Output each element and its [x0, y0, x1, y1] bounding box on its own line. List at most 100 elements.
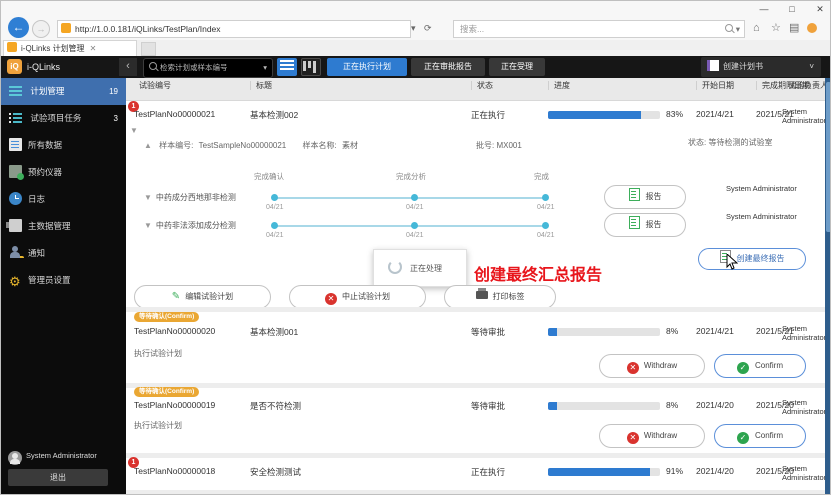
row-owner: System Administrator	[782, 398, 825, 416]
sidebar-item-plan-management[interactable]: 计划管理 19	[1, 78, 126, 105]
row-title: 基本检测001	[250, 327, 299, 337]
address-bar-tools[interactable]: ▾ ⟳	[411, 20, 432, 36]
tab-close-icon[interactable]: ✕	[90, 44, 97, 53]
tab-approving-reports[interactable]: 正在审批报告	[411, 58, 485, 76]
progress-percent: 8%	[666, 326, 679, 336]
new-tab-button[interactable]	[141, 42, 156, 56]
mouse-cursor-icon	[726, 254, 738, 270]
timeline-dot[interactable]	[411, 222, 418, 229]
confirm-button[interactable]: ✓ Confirm	[714, 424, 806, 448]
row-divider	[126, 453, 825, 458]
row-title: 基本检测002	[250, 110, 299, 120]
test-item[interactable]: ▼ 中药非法添加成分检测	[144, 220, 236, 231]
abort-plan-button[interactable]: ✕ 中止试验计划	[289, 285, 426, 309]
item-owner: System Administrator	[726, 212, 797, 221]
browser-window: — □ ✕ ← → http://1.0.0.181/iQLinks/TestP…	[0, 0, 831, 495]
row-test-no[interactable]: TestPlanNo00000019	[134, 400, 246, 410]
sidebar-item-instrument-booking[interactable]: 预约仪器	[1, 159, 126, 186]
feeds-icon[interactable]: ▤	[789, 20, 799, 36]
timeline-track	[274, 197, 546, 199]
expand-icon[interactable]: ▼	[144, 193, 152, 202]
report-button[interactable]: 报告	[604, 213, 686, 237]
instrument-icon	[9, 165, 24, 180]
col-header-start-date: 开始日期	[696, 81, 758, 90]
sidebar-item-all-data[interactable]: 所有数据	[1, 132, 126, 159]
row-owner: System Administrator	[782, 107, 825, 125]
report-button[interactable]: 报告	[604, 185, 686, 209]
search-icon[interactable]: ▾	[720, 21, 740, 37]
sidebar-item-logs[interactable]: 日志	[1, 186, 126, 213]
timeline-dot[interactable]	[542, 222, 549, 229]
test-item[interactable]: ▼ 中药成分西地那非检测	[144, 192, 236, 203]
col-header-progress: 进度	[548, 81, 666, 90]
document-icon	[707, 60, 719, 71]
create-final-report-button[interactable]: 创建最终报告	[698, 248, 806, 270]
stage-label: 完成分析	[396, 172, 426, 181]
confirm-button[interactable]: ✓ Confirm	[714, 354, 806, 378]
tab-accepting[interactable]: 正在受理	[489, 58, 545, 76]
sidebar-item-admin-settings[interactable]: ⚙ 管理员设置	[1, 267, 126, 294]
gantt-view-button[interactable]	[301, 58, 321, 76]
row-subtext: 执行试验计划	[134, 349, 182, 358]
create-plan-doc-button[interactable]: 创建计划书 ˅	[701, 57, 821, 77]
excel-doc-icon	[628, 216, 640, 229]
app-back-button[interactable]: ‹	[119, 58, 137, 76]
row-status: 正在执行	[471, 467, 506, 477]
list-view-button[interactable]	[277, 58, 297, 76]
annotation-text: 创建最终汇总报告	[474, 267, 603, 284]
expand-icon[interactable]: ▼	[144, 221, 152, 230]
timeline-dot[interactable]	[542, 194, 549, 201]
plan-icon	[9, 84, 22, 97]
app-search-input[interactable]: 检索计划或样本编号 ▾	[143, 58, 273, 78]
sidebar-item-master-data[interactable]: 主数据管理	[1, 213, 126, 240]
row-test-no[interactable]: TestPlanNo00000020	[134, 326, 246, 336]
sidebar-item-notifications[interactable]: 通知	[1, 240, 126, 267]
count-badge: 3	[113, 114, 118, 123]
site-favicon	[61, 23, 71, 33]
timeline-track	[274, 225, 546, 227]
collapse-icon[interactable]: ▲	[144, 141, 152, 150]
withdraw-button[interactable]: ✕ Withdraw	[599, 354, 705, 378]
row-start-date: 2021/4/21	[696, 109, 734, 119]
tab-favicon	[7, 42, 17, 52]
close-button[interactable]: ✕	[809, 3, 830, 16]
sample-status-info: 状态: 等待检测的试验室	[688, 138, 773, 147]
favorites-star-icon[interactable]: ☆	[771, 20, 781, 36]
withdraw-button[interactable]: ✕ Withdraw	[599, 424, 705, 448]
notification-dot-icon[interactable]	[807, 23, 817, 33]
maximize-button[interactable]: □	[781, 3, 803, 16]
url-dropdown-icon[interactable]: ▾	[411, 23, 416, 33]
minimize-button[interactable]: —	[753, 3, 775, 16]
browser-tab[interactable]: i-QLinks 计划管理 ✕	[3, 40, 137, 57]
row-divider	[126, 307, 825, 312]
refresh-icon[interactable]: ⟳	[424, 23, 432, 33]
chevron-down-icon[interactable]: ▾	[263, 59, 267, 76]
browser-back-button[interactable]: ←	[8, 17, 29, 38]
browser-forward-button[interactable]: →	[32, 20, 50, 38]
chevron-down-icon[interactable]: ˅	[809, 57, 814, 77]
timeline-date: 04/21	[266, 204, 284, 211]
timeline-dot[interactable]	[271, 222, 278, 229]
vertical-scrollbar[interactable]	[825, 78, 830, 494]
sample-info: ▲ 样本编号: TestSampleNo00000021 样本名称: 素材	[144, 141, 358, 150]
stop-cross-icon: ✕	[626, 432, 639, 444]
col-header-owner: 试验负责人	[782, 81, 825, 90]
browser-search-input[interactable]: 搜索... ▾	[453, 20, 745, 38]
print-label-button[interactable]: 打印标签	[444, 285, 556, 309]
collapse-row-icon[interactable]: ▼	[130, 126, 138, 135]
home-icon[interactable]: ⌂	[753, 20, 760, 36]
sidebar-item-test-tasks[interactable]: 试验项目任务 3	[1, 105, 126, 132]
row-test-no[interactable]: TestPlanNo00000018	[134, 466, 246, 476]
tab-executing-plans[interactable]: 正在执行计划	[327, 58, 407, 76]
timeline-dot[interactable]	[411, 194, 418, 201]
edit-plan-button[interactable]: ✎ 编辑试验计划	[134, 285, 271, 309]
progress-bar	[548, 111, 660, 119]
main-content: 试验编号 标题 状态 进度 开始日期 完成期限日期 试验负责人 1 TestPl…	[126, 78, 825, 494]
progress-percent: 91%	[666, 466, 684, 476]
address-bar[interactable]: http://1.0.0.181/iQLinks/TestPlan/Index	[57, 20, 411, 38]
logout-button[interactable]: 退出	[8, 469, 108, 486]
user-name: System Administrator	[26, 451, 97, 460]
row-test-no[interactable]: TestPlanNo00000021	[134, 109, 246, 119]
timeline-dot[interactable]	[271, 194, 278, 201]
scrollbar-thumb[interactable]	[826, 82, 830, 232]
